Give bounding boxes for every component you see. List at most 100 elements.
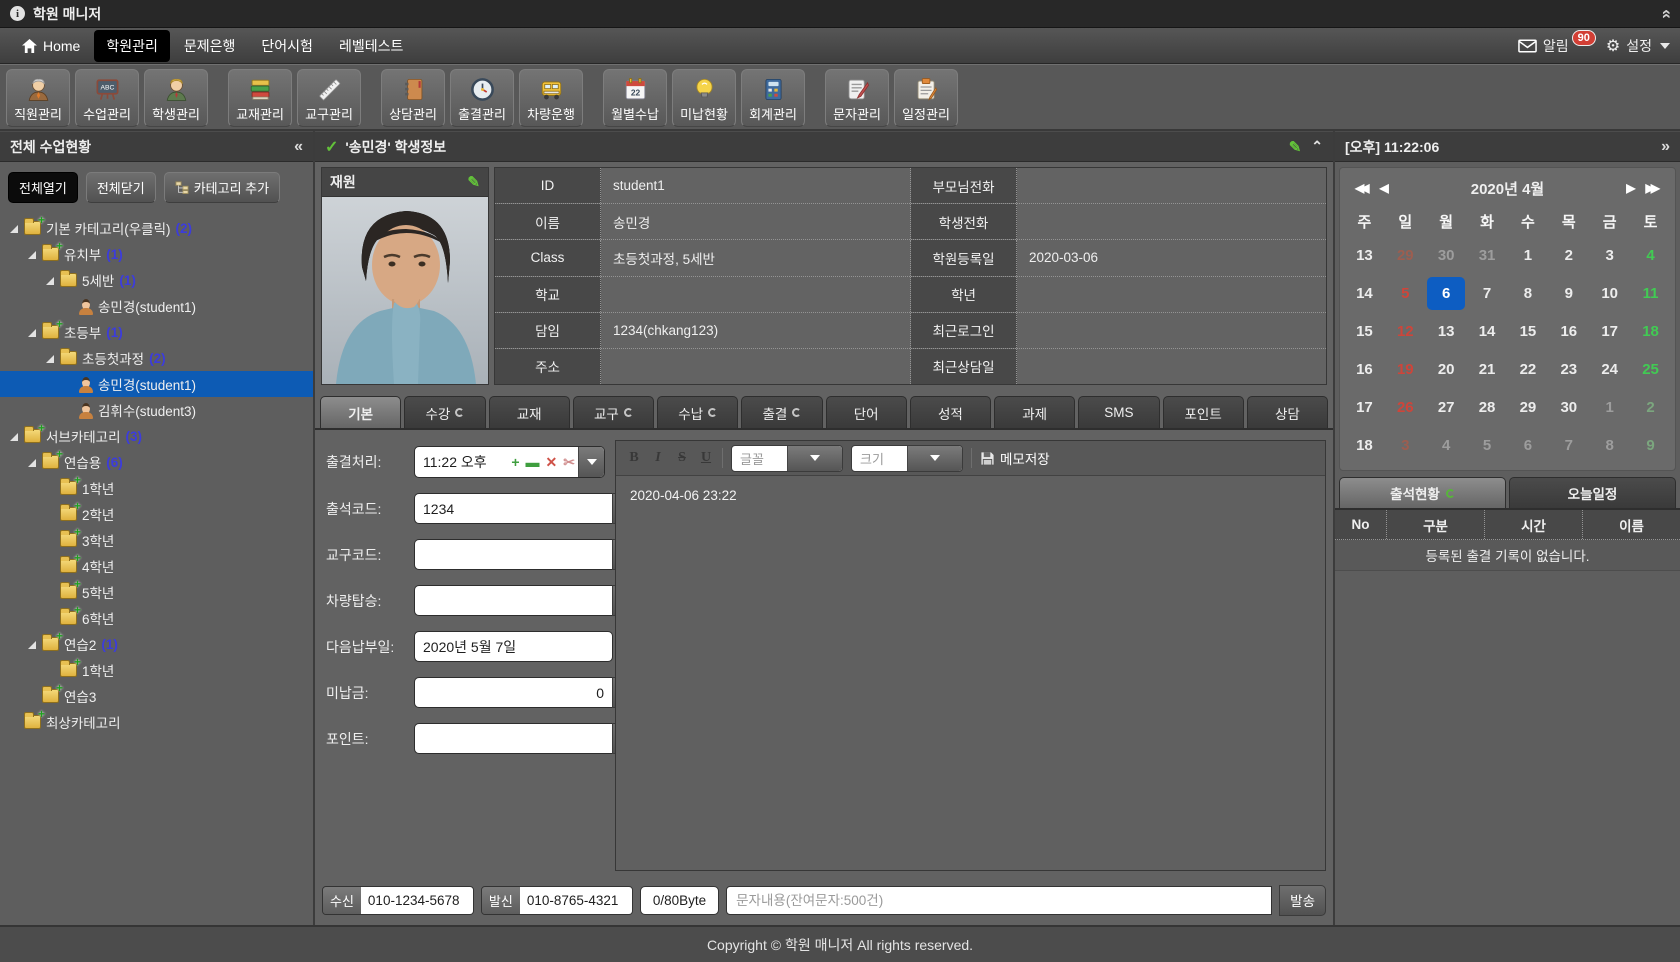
menu-home[interactable]: Home [10, 32, 92, 60]
calendar-cell[interactable]: 4 [1630, 236, 1671, 274]
calendar-cell[interactable]: 4 [1426, 426, 1467, 464]
calendar-cell[interactable]: 14 [1344, 274, 1385, 312]
calendar-cell[interactable]: 5 [1385, 274, 1426, 312]
next-month-button[interactable]: ▶ [1626, 181, 1635, 195]
detail-tab[interactable]: 수납 [657, 396, 738, 428]
toolbar-vehicle[interactable]: 차량운행 [519, 69, 583, 127]
next-payment-input[interactable] [414, 631, 613, 662]
calendar-cell[interactable]: 25 [1630, 350, 1671, 388]
calendar-cell[interactable]: 19 [1385, 350, 1426, 388]
collapse-all-button[interactable]: 전체닫기 [86, 172, 156, 203]
tree-item[interactable]: 5세반 (1) [0, 267, 313, 293]
tree-item[interactable]: 3학년 [0, 527, 313, 553]
tree-item[interactable]: 1학년 [0, 657, 313, 683]
detail-tab[interactable]: SMS [1078, 396, 1159, 428]
size-dropdown-icon[interactable] [907, 446, 963, 471]
menu-level-test[interactable]: 레벨테스트 [327, 30, 415, 62]
expand-all-button[interactable]: 전체열기 [8, 172, 78, 203]
detail-tab[interactable]: 단어 [826, 396, 907, 428]
calendar-cell[interactable]: 토 [1630, 206, 1671, 236]
check-out-icon[interactable]: ▬ [526, 454, 540, 470]
toolbar-student[interactable]: 학생관리 [144, 69, 208, 127]
tree-item[interactable]: 초등첫과정 (2) [0, 345, 313, 371]
toolbar-unpaid[interactable]: 미납현황 [672, 69, 736, 127]
calendar-cell[interactable]: 월 [1426, 206, 1467, 236]
scissors-icon[interactable]: ✂ [563, 454, 575, 471]
menu-word-test[interactable]: 단어시험 [249, 30, 325, 62]
toolbar-class[interactable]: ABC 수업관리 [75, 69, 139, 127]
calendar-cell[interactable]: 9 [1630, 426, 1671, 464]
memo-save-button[interactable]: 메모저장 [980, 448, 1050, 468]
calendar-cell[interactable]: 15 [1344, 312, 1385, 350]
detail-tab[interactable]: 수강 [404, 396, 485, 428]
calendar-cell[interactable]: 23 [1548, 350, 1589, 388]
sms-message-input[interactable] [726, 886, 1272, 915]
tree-expand-icon[interactable] [26, 248, 39, 261]
calendar-cell[interactable]: 6 [1508, 426, 1549, 464]
tree-expand-icon[interactable] [8, 430, 21, 443]
detail-tab[interactable]: 교구 [573, 396, 654, 428]
calendar-cell[interactable]: 29 [1508, 388, 1549, 426]
tree-item[interactable]: 2학년 [0, 501, 313, 527]
right-tab[interactable]: 출석현황 [1339, 477, 1506, 508]
edit-pencil-icon[interactable]: ✎ [1289, 138, 1302, 156]
detail-tab[interactable]: 교재 [489, 396, 570, 428]
calendar-cell[interactable]: 8 [1508, 274, 1549, 312]
calendar-cell[interactable]: 31 [1467, 236, 1508, 274]
refresh-icon[interactable] [624, 408, 633, 417]
panel-collapse-icon[interactable]: ⌃ [1311, 138, 1323, 155]
calendar-cell[interactable]: 9 [1548, 274, 1589, 312]
tree-item[interactable]: 초등부 (1) [0, 319, 313, 345]
calendar-cell[interactable]: 2 [1548, 236, 1589, 274]
right-tab[interactable]: 오늘일정 [1509, 477, 1676, 508]
next-year-button[interactable]: ▶▶ [1646, 181, 1656, 195]
toolbar-monthly-payment[interactable]: 22 월별수납 [603, 69, 667, 127]
tree-expand-icon[interactable] [44, 274, 57, 287]
memo-content[interactable]: 2020-04-06 23:22 [616, 476, 1325, 870]
tree-expand-icon[interactable] [26, 638, 39, 651]
calendar-cell[interactable]: 13 [1344, 236, 1385, 274]
detail-tab[interactable]: 과제 [994, 396, 1075, 428]
toolbar-teaching-tools[interactable]: 교구관리 [297, 69, 361, 127]
font-select[interactable]: 글꼴 [731, 445, 843, 472]
absent-icon[interactable]: ✕ [546, 454, 558, 471]
toolbar-textbook[interactable]: 교재관리 [228, 69, 292, 127]
settings-button[interactable]: ⚙ 설정 [1606, 36, 1670, 56]
recv-number-input[interactable] [361, 887, 473, 914]
toolbar-attendance[interactable]: 출결관리 [450, 69, 514, 127]
calendar-cell[interactable]: 2 [1630, 388, 1671, 426]
toolbar-accounting[interactable]: 회계관리 [741, 69, 805, 127]
calendar-cell[interactable]: 20 [1426, 350, 1467, 388]
tree-item[interactable]: 송민경(student1) [0, 371, 313, 397]
calendar-cell[interactable]: 17 [1589, 312, 1630, 350]
calendar-cell[interactable]: 24 [1589, 350, 1630, 388]
detail-tab[interactable]: 성적 [910, 396, 991, 428]
sidebar-collapse-icon[interactable]: « [294, 138, 303, 156]
tree-item[interactable]: 5학년 [0, 579, 313, 605]
sms-send-button[interactable]: 발송 [1279, 885, 1326, 916]
tree-item[interactable]: 최상카테고리 [0, 709, 313, 735]
detail-tab[interactable]: 출결 [741, 396, 822, 428]
tree-expand-icon[interactable] [8, 222, 21, 235]
calendar-cell[interactable]: 14 [1467, 312, 1508, 350]
point-input[interactable] [414, 723, 612, 754]
calendar-cell[interactable]: 17 [1344, 388, 1385, 426]
prev-year-button[interactable]: ◀◀ [1355, 181, 1365, 195]
tree-item[interactable]: 송민경(student1) [0, 293, 313, 319]
tree-item[interactable]: 1학년 [0, 475, 313, 501]
unpaid-input[interactable] [414, 677, 612, 708]
refresh-icon[interactable] [1446, 489, 1455, 498]
refresh-icon[interactable] [708, 408, 717, 417]
calendar-cell[interactable]: 12 [1385, 312, 1426, 350]
font-dropdown-icon[interactable] [787, 446, 843, 471]
calendar-cell[interactable]: 27 [1426, 388, 1467, 426]
calendar-cell[interactable]: 화 [1467, 206, 1508, 236]
calendar-cell[interactable]: 16 [1344, 350, 1385, 388]
calendar-cell[interactable]: 7 [1548, 426, 1589, 464]
toolbar-staff[interactable]: 직원관리 [6, 69, 70, 127]
attendance-dropdown[interactable] [578, 447, 604, 477]
attendance-time-field[interactable]: 11:22 오후 + ▬ ✕ ✂ [414, 446, 605, 478]
calendar-cell[interactable]: 30 [1426, 236, 1467, 274]
calendar-cell[interactable]: 21 [1467, 350, 1508, 388]
tree-item[interactable]: 연습2 (1) [0, 631, 313, 657]
